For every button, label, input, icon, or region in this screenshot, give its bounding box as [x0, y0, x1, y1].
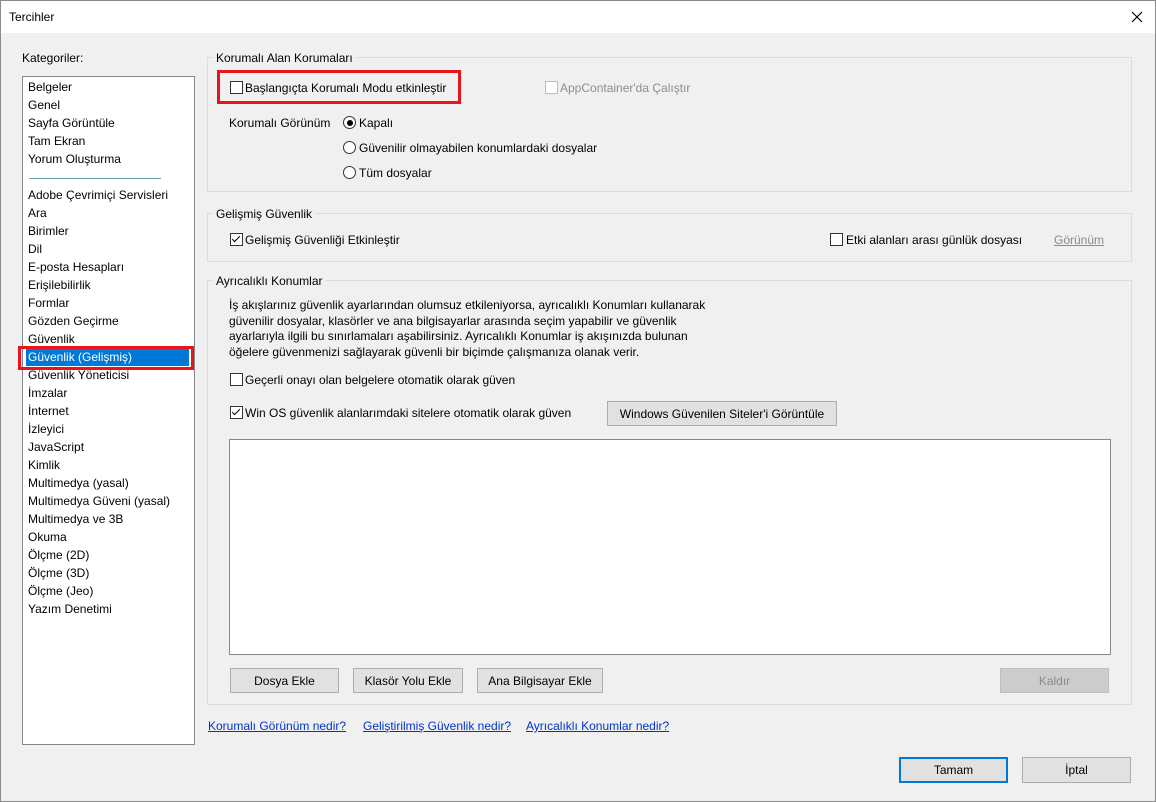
- app-container-checkbox[interactable]: [545, 81, 558, 94]
- trust-certified-checkbox[interactable]: [230, 373, 243, 386]
- add-file-button[interactable]: Dosya Ekle: [230, 668, 339, 693]
- category-item-multimedya-yasal[interactable]: Multimedya (yasal): [26, 474, 129, 492]
- cross-domain-log-label: Etki alanları arası günlük dosyası: [846, 233, 1023, 247]
- view-log-link[interactable]: Görünüm: [1054, 233, 1104, 247]
- categories-label: Kategoriler:: [22, 51, 84, 65]
- protected-view-off-label: Kapalı: [359, 116, 394, 130]
- enhanced-security-help-link[interactable]: Geliştirilmiş Güvenlik nedir?: [363, 719, 511, 733]
- category-item-e-posta-hesaplari[interactable]: E-posta Hesapları: [26, 258, 124, 276]
- protected-view-untrusted-radio[interactable]: [343, 141, 356, 154]
- description-line: ayarlarıyla ilgili bu sınırlamaları aşab…: [229, 329, 688, 343]
- category-item-guvenlik-gelismis[interactable]: Güvenlik (Gelişmiş): [26, 348, 189, 366]
- ok-button[interactable]: Tamam: [899, 757, 1008, 783]
- trust-certified-label: Geçerli onayı olan belgelere otomatik ol…: [245, 373, 516, 387]
- protected-view-all-radio[interactable]: [343, 166, 356, 179]
- enable-protected-mode-checkbox[interactable]: [230, 81, 243, 94]
- add-host-button[interactable]: Ana Bilgisayar Ekle: [477, 668, 603, 693]
- protected-view-help-link[interactable]: Korumalı Görünüm nedir?: [208, 719, 346, 733]
- category-item-izleyici[interactable]: İzleyici: [26, 420, 64, 438]
- protected-view-off-radio[interactable]: [343, 116, 356, 129]
- trust-win-sites-label: Win OS güvenlik alanlarımdaki sitelere o…: [245, 406, 572, 420]
- trust-win-sites-checkbox[interactable]: [230, 406, 243, 419]
- category-item-yorum-olusturma[interactable]: Yorum Oluşturma: [26, 150, 121, 168]
- category-separator: [29, 178, 161, 179]
- enable-enhanced-security-label: Gelişmiş Güvenliği Etkinleştir: [245, 233, 400, 247]
- description-line: İş akışlarınız güvenlik ayarlarından olu…: [229, 298, 706, 312]
- enhanced-group-title: Gelişmiş Güvenlik: [213, 207, 316, 221]
- title-bar: [0, 0, 1156, 33]
- cancel-button[interactable]: İptal: [1022, 757, 1131, 783]
- privileged-locations-list[interactable]: [229, 439, 1111, 655]
- category-item-dil[interactable]: Dil: [26, 240, 42, 258]
- remove-button[interactable]: Kaldır: [1000, 668, 1109, 693]
- category-item-ara[interactable]: Ara: [26, 204, 47, 222]
- add-folder-button[interactable]: Klasör Yolu Ekle: [353, 668, 463, 693]
- category-item-olcme-3d[interactable]: Ölçme (3D): [26, 564, 89, 582]
- category-item-olcme-2d[interactable]: Ölçme (2D): [26, 546, 89, 564]
- category-item-genel[interactable]: Genel: [26, 96, 60, 114]
- privileged-group-title: Ayrıcalıklı Konumlar: [213, 274, 326, 288]
- category-item-guvenlik[interactable]: Güvenlik: [26, 330, 75, 348]
- description-line: öğelere güvenmenizi sağlayarak güvenli b…: [229, 344, 640, 359]
- category-item-gozden-gecirme[interactable]: Gözden Geçirme: [26, 312, 119, 330]
- category-item-erisilebilirlik[interactable]: Erişilebilirlik: [26, 276, 91, 294]
- category-item-birimler[interactable]: Birimler: [26, 222, 69, 240]
- enable-protected-mode-label: Başlangıçta Korumalı Modu etkinleştir: [245, 81, 447, 95]
- privileged-locations-help-link[interactable]: Ayrıcalıklı Konumlar nedir?: [526, 719, 669, 733]
- category-item-internet[interactable]: İnternet: [26, 402, 69, 420]
- app-container-label: AppContainer'da Çalıştır: [560, 81, 691, 95]
- protected-view-all-label: Tüm dosyalar: [359, 166, 432, 180]
- category-item-sayfa-goruntule[interactable]: Sayfa Görüntüle: [26, 114, 115, 132]
- categories-list[interactable]: Belgeler Genel Sayfa Görüntüle Tam Ekran Yor…: [22, 76, 195, 745]
- close-icon[interactable]: [1124, 4, 1150, 30]
- protected-view-label: Korumalı Görünüm: [229, 116, 331, 130]
- category-item-yazim-denetimi[interactable]: Yazım Denetimi: [26, 600, 112, 618]
- category-item-adobe-cevrimici-servisleri[interactable]: Adobe Çevrimiçi Servisleri: [26, 186, 168, 204]
- category-item-guvenlik-yoneticisi[interactable]: Güvenlik Yöneticisi: [26, 366, 129, 384]
- category-item-tam-ekran[interactable]: Tam Ekran: [26, 132, 85, 150]
- protected-view-untrusted-label: Güvenilir olmayabilen konumlardaki dosya…: [359, 141, 598, 155]
- category-item-imzalar[interactable]: İmzalar: [26, 384, 67, 402]
- category-item-formlar[interactable]: Formlar: [26, 294, 69, 312]
- category-item-javascript[interactable]: JavaScript: [26, 438, 84, 456]
- enable-enhanced-security-checkbox[interactable]: [230, 233, 243, 246]
- sandbox-group-title: Korumalı Alan Korumaları: [213, 51, 356, 65]
- cross-domain-log-checkbox[interactable]: [830, 233, 843, 246]
- view-trusted-sites-button[interactable]: Windows Güvenilen Siteler'i Görüntüle: [607, 401, 837, 426]
- category-item-kimlik[interactable]: Kimlik: [26, 456, 60, 474]
- category-item-okuma[interactable]: Okuma: [26, 528, 67, 546]
- category-item-belgeler[interactable]: Belgeler: [26, 78, 72, 96]
- description-line: güvenilir dosyalar, klasörler ve ana bil…: [229, 313, 677, 328]
- category-item-multimedya-ve-3b[interactable]: Multimedya ve 3B: [26, 510, 123, 528]
- privileged-description: İş akışlarınız güvenlik ayarlarından olu…: [229, 298, 709, 360]
- category-item-multimedya-guveni-yasal[interactable]: Multimedya Güveni (yasal): [26, 492, 170, 510]
- category-item-olcme-jeo[interactable]: Ölçme (Jeo): [26, 582, 93, 600]
- window-title: Tercihler: [9, 10, 55, 24]
